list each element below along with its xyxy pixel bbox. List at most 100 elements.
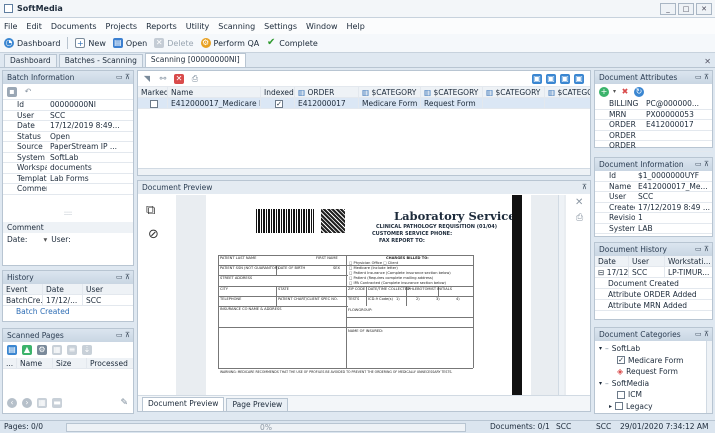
print-preview-icon[interactable]: ⎙ (576, 213, 583, 223)
list-item[interactable]: Attribute MRN Added (595, 300, 712, 311)
remove-icon[interactable]: ✕ (174, 73, 184, 84)
split-icon[interactable]: ▦ (52, 345, 62, 355)
export-icon[interactable]: ▣ (560, 74, 570, 84)
minimize-button[interactable]: _ (660, 3, 676, 15)
property-value[interactable] (643, 141, 712, 152)
column-header[interactable]: ▥ $CATEGORY (359, 87, 421, 97)
tag-icon[interactable]: ◥ (142, 74, 152, 84)
list-item[interactable]: Attribute ORDER Added (595, 289, 712, 300)
property-value[interactable] (643, 131, 712, 141)
tree-node-medicare-form[interactable]: ✓ Medicare Form (599, 355, 712, 367)
close-button[interactable]: ✕ (696, 3, 712, 15)
list-view-icon[interactable]: ▬ (52, 398, 62, 408)
link-icon[interactable]: ⚯ (158, 74, 168, 84)
scan-icon[interactable]: ▤ (7, 345, 17, 355)
horizontal-scrollbar[interactable] (138, 168, 590, 175)
tab-page-preview[interactable]: Page Preview (226, 398, 289, 411)
tree-node-legacy[interactable]: ▸ Legacy (599, 401, 712, 413)
splitter-handle[interactable]: :::: (3, 211, 133, 221)
menu-file[interactable]: File (4, 22, 17, 31)
grid-view-icon[interactable]: ▦ (37, 398, 47, 408)
close-preview-icon[interactable]: ✕ (575, 197, 583, 208)
maximize-button[interactable]: □ (678, 3, 694, 15)
column-header[interactable]: ▥ ORDER (295, 87, 359, 97)
property-value[interactable]: 17/12/2019 8:49... (47, 121, 133, 132)
menu-utility[interactable]: Utility (186, 22, 210, 31)
undo-icon[interactable]: ↶ (23, 87, 33, 97)
column-header[interactable]: ▥ $CATEGORY (545, 87, 590, 97)
categories-scrollbar[interactable] (706, 341, 712, 413)
property-value[interactable]: Open (47, 132, 133, 142)
panel-pin-icon[interactable]: ▭ ⊼ (116, 71, 130, 84)
prev-icon[interactable]: ‹ (7, 398, 17, 408)
print-icon[interactable]: ⎙ (190, 74, 200, 84)
copy-icon[interactable]: ⧉ (146, 203, 155, 218)
wrench-icon[interactable]: ✎ (120, 398, 128, 408)
property-value[interactable]: E412000017_Me... (635, 182, 712, 192)
export-icon[interactable]: ▣ (546, 74, 556, 84)
column-header[interactable]: ▥ $CATEGORY (421, 87, 483, 97)
preview-vertical-scrollbar[interactable] (558, 195, 564, 397)
menu-help[interactable]: Help (347, 22, 365, 31)
history-subitem[interactable]: Batch Created (3, 306, 133, 317)
property-value[interactable]: $1_0000000UYF (635, 171, 712, 182)
refresh-icon[interactable]: ↻ (634, 86, 645, 97)
property-value[interactable]: SCC (47, 111, 133, 121)
tree-node-softlab[interactable]: ▾ – SoftLab (599, 343, 712, 355)
menu-projects[interactable]: Projects (106, 22, 138, 31)
tree-node-request-form[interactable]: ◈ Request Form (599, 366, 712, 378)
next-icon[interactable]: › (22, 398, 32, 408)
column-header[interactable]: Name (168, 87, 261, 97)
panel-pin-icon[interactable]: ▭ ⊼ (695, 243, 709, 256)
column-header[interactable]: Date (43, 284, 83, 294)
property-value[interactable]: Lab Forms (47, 174, 133, 184)
property-value[interactable]: SoftLab (47, 153, 133, 163)
panel-pin-icon[interactable]: ▭ ⊼ (116, 271, 130, 284)
indexed-checkbox[interactable]: ✓ (275, 100, 283, 108)
expand-icon[interactable]: ▸ (609, 401, 612, 413)
tab-document-preview[interactable]: Document Preview (142, 397, 225, 411)
new-button[interactable]: + New (75, 38, 106, 48)
category-checkbox[interactable] (615, 402, 624, 411)
collapse-icon[interactable]: ▾ (599, 343, 602, 355)
dashboard-button[interactable]: ◔ Dashboard (4, 38, 60, 48)
property-value[interactable]: SCC (635, 192, 712, 203)
collapse-icon[interactable]: ⊟ (598, 268, 604, 277)
chevron-down-icon[interactable]: ▾ (43, 234, 47, 246)
menu-scanning[interactable]: Scanning (218, 22, 255, 31)
property-value[interactable] (47, 184, 133, 195)
panel-pin-icon[interactable]: ⊼ (582, 181, 587, 194)
property-value[interactable]: E412000017 (643, 120, 712, 131)
export-icon[interactable]: ▣ (574, 74, 584, 84)
property-value[interactable]: PX00000053 (643, 110, 712, 120)
attachment-icon[interactable]: ⊘ (148, 227, 159, 242)
category-checkbox[interactable] (617, 390, 625, 399)
import-icon[interactable]: ▲ (22, 345, 32, 355)
table-row[interactable]: ⊟ 17/12/... SCC LP-TIMUR... (595, 267, 712, 278)
menu-edit[interactable]: Edit (26, 22, 42, 31)
table-row[interactable]: BatchCre... 17/12/... SCC (3, 295, 133, 306)
list-item[interactable]: Document Created (595, 278, 712, 289)
delete-attribute-icon[interactable]: ✖ (620, 87, 630, 97)
column-header[interactable]: Marked (138, 87, 168, 97)
property-value[interactable]: 1 (635, 213, 712, 224)
property-value[interactable]: 17/12/2019 8:49 ... (635, 203, 712, 213)
column-header[interactable]: User (83, 284, 133, 294)
tree-node-softmedia[interactable]: ▾ – SoftMedia (599, 378, 712, 390)
save-icon[interactable]: ▪ (7, 86, 17, 97)
panel-pin-icon[interactable]: ▭ ⊼ (695, 71, 709, 84)
tree-node-icm[interactable]: ICM (599, 389, 712, 401)
column-header[interactable]: Indexed (261, 87, 295, 97)
menu-settings[interactable]: Settings (264, 22, 297, 31)
reorder-icon[interactable]: ⇣ (82, 345, 92, 355)
complete-button[interactable]: ✔ Complete (266, 38, 318, 48)
tab-batches-scanning[interactable]: Batches - Scanning (58, 54, 143, 67)
column-header[interactable]: Event (3, 284, 43, 294)
panel-pin-icon[interactable]: ▭ ⊼ (116, 329, 130, 342)
perform-qa-button[interactable]: ⚙ Perform QA (200, 38, 259, 48)
tab-scanning-batch[interactable]: Scanning [00000000NI] (144, 53, 246, 67)
add-icon[interactable]: + (599, 86, 609, 97)
delete-button[interactable]: ✕ Delete (154, 38, 194, 48)
menu-window[interactable]: Window (306, 22, 338, 31)
preview-canvas[interactable]: Laboratory Services CLINICAL PATHOLOGY R… (176, 195, 566, 397)
